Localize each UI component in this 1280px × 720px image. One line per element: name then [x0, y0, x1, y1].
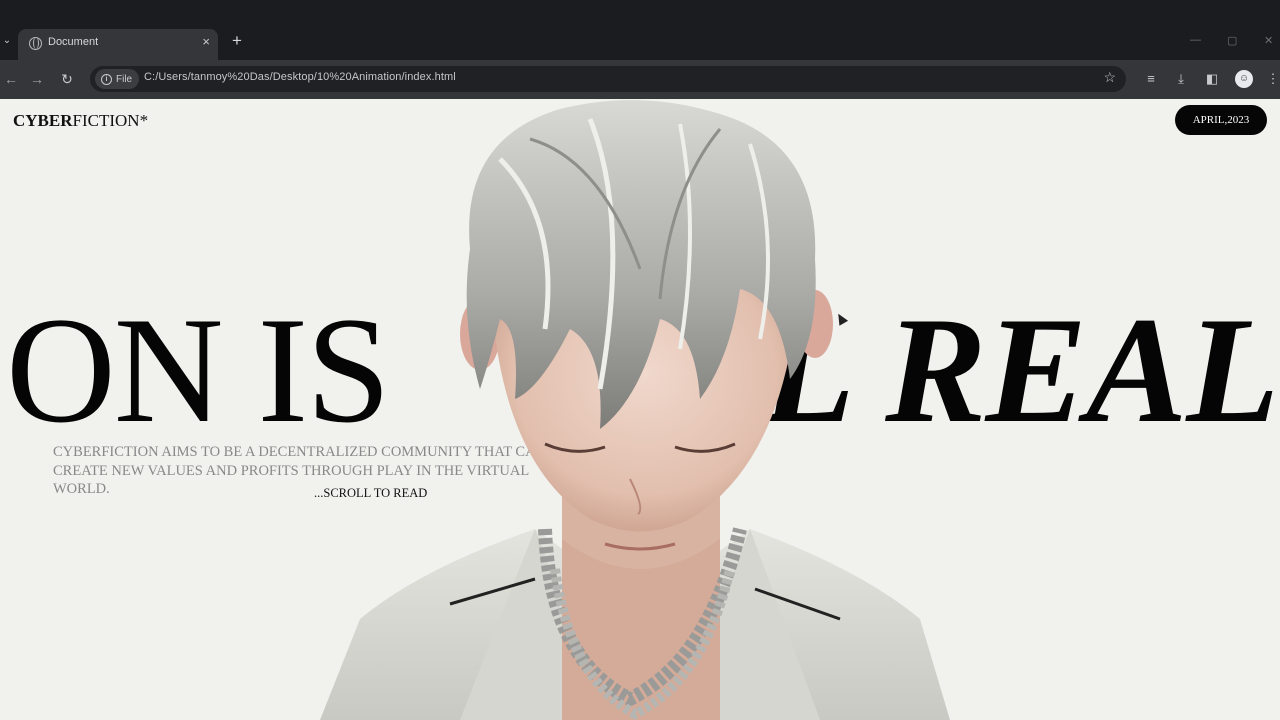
minimize-icon[interactable]: — [1190, 34, 1201, 46]
page-viewport: CYBERFICTION* APRIL,2023 ON IS L REAL CY… [0, 99, 1280, 720]
side-panel-icon[interactable]: ◧ [1203, 70, 1221, 88]
tab-title: Document [48, 36, 99, 48]
info-icon: i [101, 73, 112, 85]
globe-icon [29, 37, 42, 50]
reading-list-icon[interactable]: ≡ [1142, 70, 1160, 88]
date-badge: APRIL,2023 [1175, 105, 1267, 135]
plus-icon[interactable]: + [228, 31, 246, 51]
star-icon[interactable]: ☆ [1103, 69, 1116, 86]
logo-rest: FICTION* [72, 111, 149, 130]
download-icon[interactable]: ⤓ [1172, 70, 1190, 88]
forward-icon[interactable]: → [26, 68, 48, 90]
tab-strip: ⌄ Document × + — ▢ ✕ [0, 0, 1280, 60]
browser-chrome: ⌄ Document × + — ▢ ✕ ← → ↻ i File C:/Use… [0, 0, 1280, 99]
tab-list-icon[interactable]: ⌄ [0, 32, 14, 50]
url-text[interactable]: C:/Users/tanmoy%20Das/Desktop/10%20Anima… [144, 71, 456, 83]
character-illustration [320, 100, 950, 720]
close-icon[interactable]: × [202, 34, 210, 49]
reload-icon[interactable]: ↻ [56, 68, 78, 90]
site-info-chip[interactable]: i File [95, 69, 140, 89]
site-info-label: File [116, 73, 133, 85]
profile-icon[interactable]: ☺ [1235, 70, 1253, 88]
window-close-icon[interactable]: ✕ [1264, 34, 1273, 47]
back-icon[interactable]: ← [0, 68, 22, 90]
site-logo[interactable]: CYBERFICTION* [13, 111, 148, 131]
menu-icon[interactable]: ⋮ [1264, 70, 1280, 88]
logo-bold: CYBER [13, 111, 73, 130]
maximize-icon[interactable]: ▢ [1227, 34, 1237, 47]
browser-toolbar: ← → ↻ i File C:/Users/tanmoy%20Das/Deskt… [0, 60, 1280, 99]
tab-document[interactable]: Document × [18, 29, 218, 60]
address-bar[interactable]: i File C:/Users/tanmoy%20Das/Desktop/10%… [90, 66, 1126, 92]
